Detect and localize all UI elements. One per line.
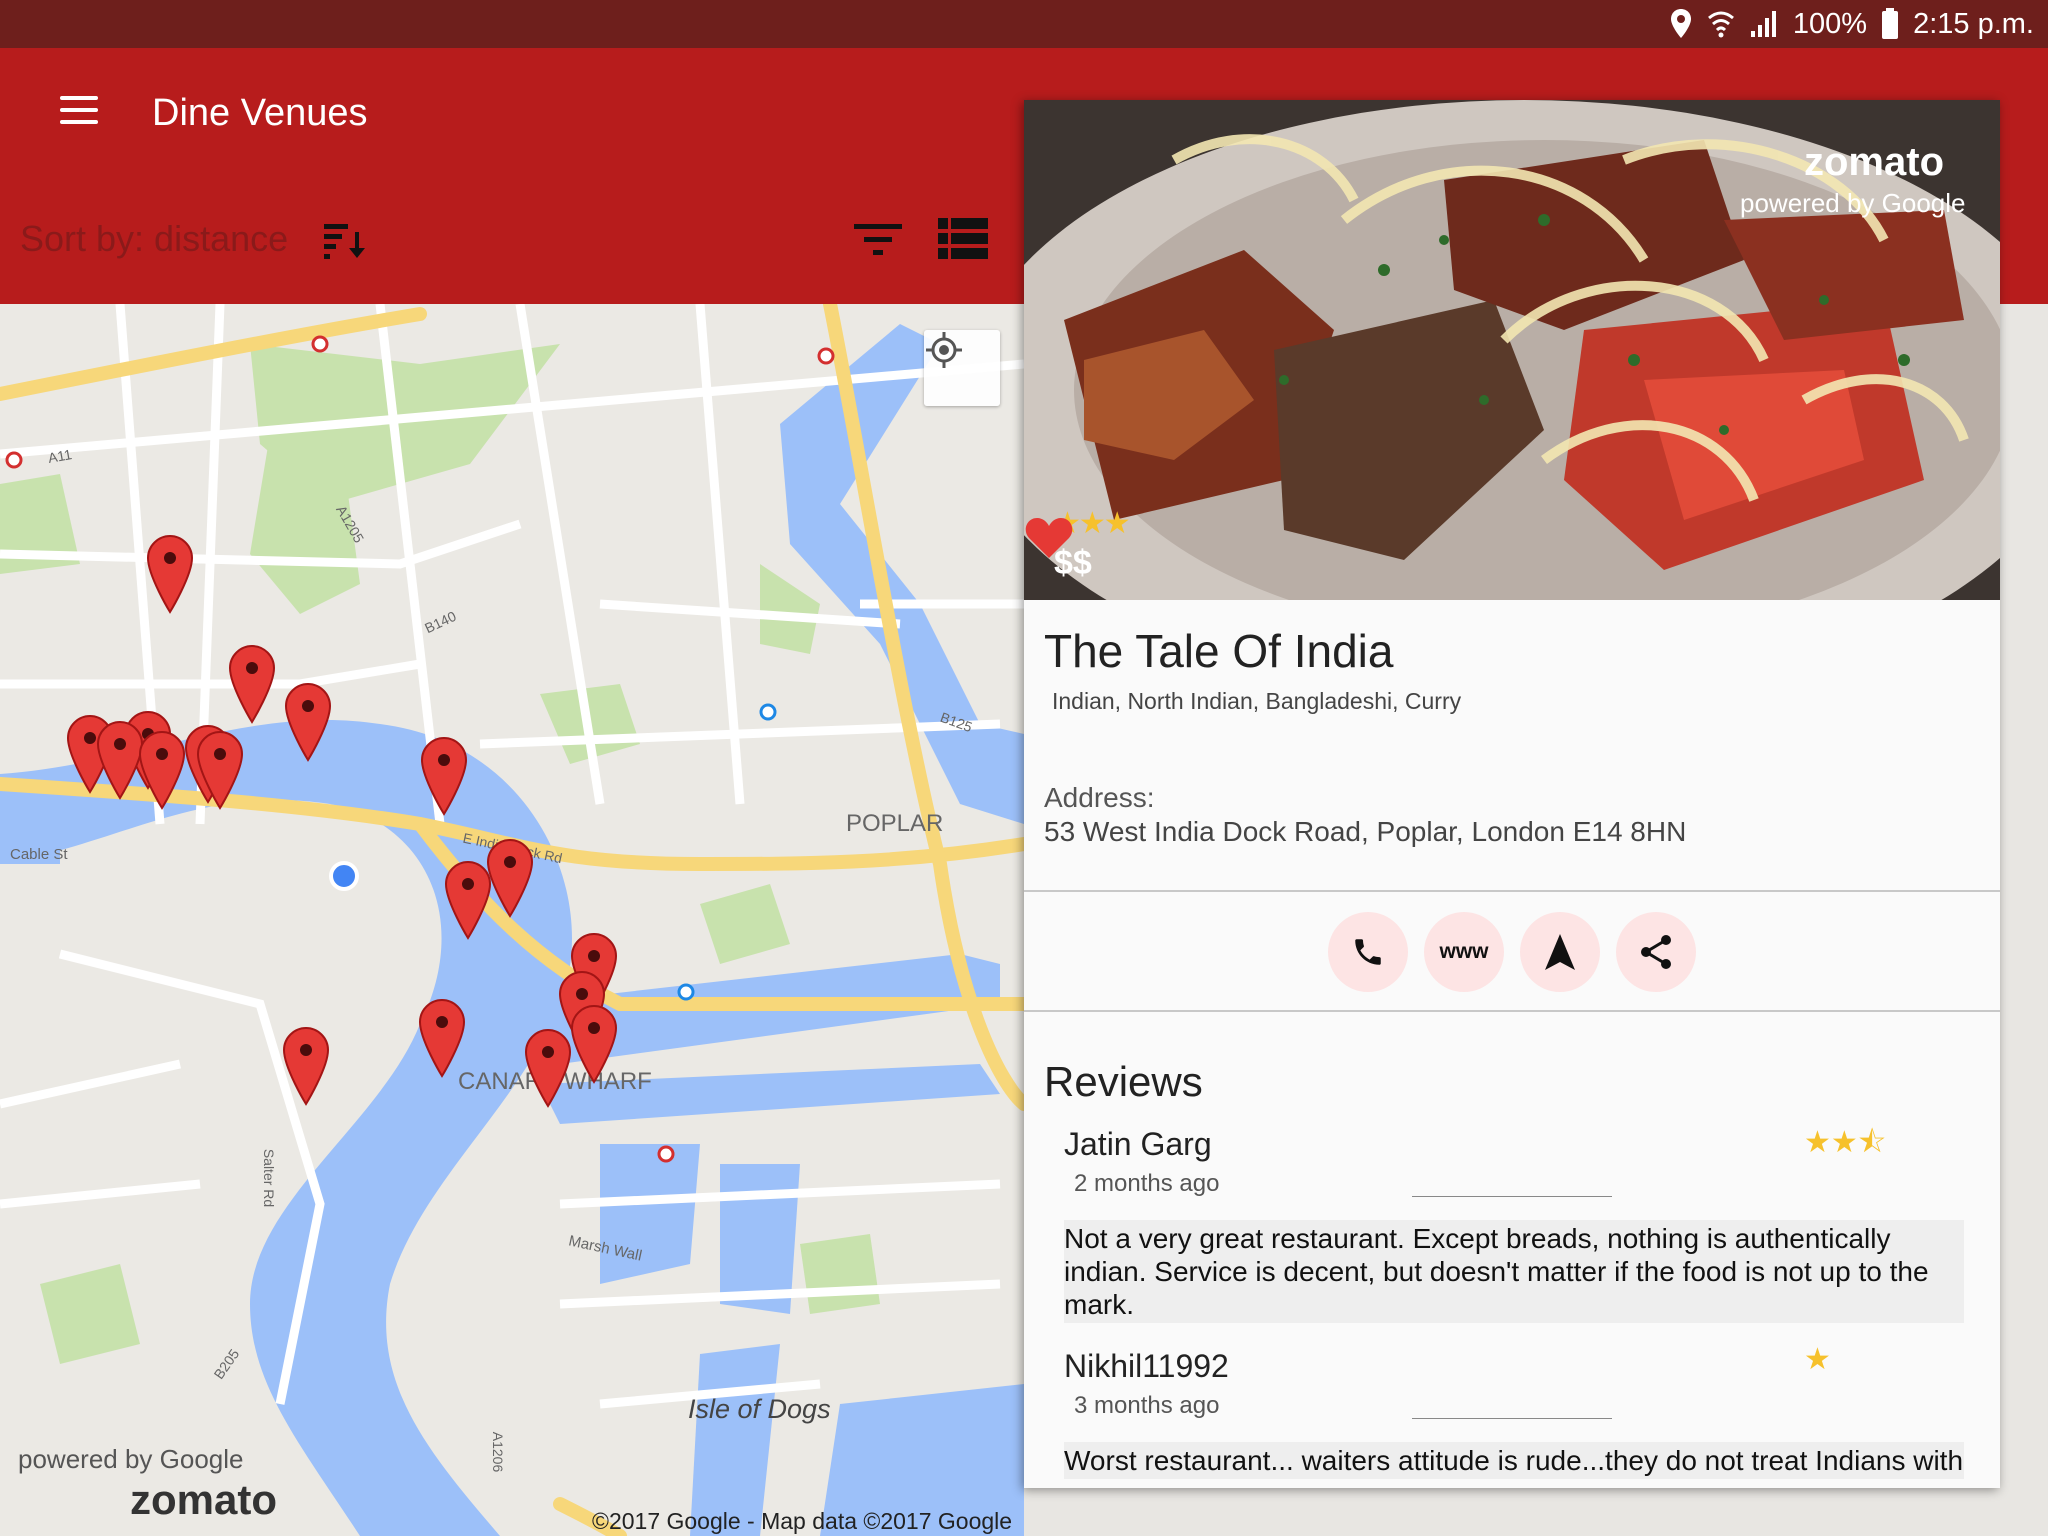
map-pin[interactable] bbox=[420, 736, 468, 816]
map-pin[interactable] bbox=[282, 1026, 330, 1106]
map-label-a1206: A1206 bbox=[490, 1431, 507, 1473]
crosshair-icon bbox=[926, 332, 962, 368]
share-icon bbox=[1641, 935, 1671, 969]
map-pin[interactable] bbox=[524, 1028, 572, 1108]
map-view[interactable]: POPLAR CANARY WHARF Isle of Dogs Cable S… bbox=[0, 304, 1024, 1536]
status-bar: 100% 2:15 p.m. bbox=[0, 0, 2048, 48]
sort-order-icon[interactable] bbox=[322, 222, 368, 262]
filter-icon[interactable] bbox=[852, 220, 904, 260]
clock: 2:15 p.m. bbox=[1913, 7, 2034, 40]
map-pin[interactable] bbox=[418, 998, 466, 1078]
restaurant-name: The Tale Of India bbox=[1044, 625, 1394, 677]
zomato-logo: zomato bbox=[130, 1476, 277, 1523]
address-value: 53 West India Dock Road, Poplar, London … bbox=[1044, 816, 1687, 847]
review-time: 2 months ago bbox=[1074, 1170, 1220, 1197]
directions-button[interactable] bbox=[1520, 912, 1600, 992]
review-rating-stars: ★★⯪ bbox=[1804, 1126, 1887, 1159]
review-separator bbox=[1412, 1196, 1612, 1197]
wifi-icon bbox=[1707, 11, 1734, 38]
location-icon bbox=[1670, 9, 1691, 38]
app-title: Dine Venues bbox=[152, 92, 368, 134]
sort-label[interactable]: Sort by: distance bbox=[20, 218, 288, 260]
zomato-attribution: zomato bbox=[1804, 140, 1944, 184]
cuisine-list: Indian, North Indian, Bangladeshi, Curry bbox=[1052, 688, 1462, 714]
divider bbox=[1024, 1010, 2000, 1012]
google-attribution: powered by Google bbox=[1740, 188, 1966, 218]
map-pin[interactable] bbox=[486, 838, 534, 918]
map-pin[interactable] bbox=[570, 1004, 618, 1084]
map-label-isle-of-dogs: Isle of Dogs bbox=[688, 1394, 831, 1424]
map-label-poplar: POPLAR bbox=[846, 810, 944, 837]
map-pin[interactable] bbox=[96, 720, 144, 800]
website-button[interactable]: www bbox=[1424, 912, 1504, 992]
powered-by-google-label: powered by Google bbox=[18, 1444, 244, 1474]
battery-percent: 100% bbox=[1792, 7, 1868, 40]
battery-icon bbox=[1882, 8, 1899, 39]
review-rating-stars: ★ bbox=[1804, 1343, 1831, 1376]
review-author: Jatin Garg bbox=[1064, 1126, 1212, 1162]
signal-icon bbox=[1750, 11, 1776, 37]
restaurant-detail-card: ★★★ $$ zomato powered by Google The Tale… bbox=[1024, 100, 2000, 1488]
menu-icon[interactable] bbox=[60, 96, 98, 126]
my-location-button[interactable] bbox=[924, 330, 1000, 406]
www-label: www bbox=[1439, 940, 1489, 963]
phone-icon bbox=[1355, 939, 1381, 965]
review-text: Worst restaurant... waiters attitude is … bbox=[1064, 1442, 1964, 1479]
map-pin[interactable] bbox=[146, 534, 194, 614]
list-view-icon[interactable] bbox=[938, 218, 988, 260]
review-text: Not a very great restaurant. Except brea… bbox=[1064, 1220, 1964, 1323]
navigation-arrow-icon bbox=[1545, 934, 1575, 970]
map-pin[interactable] bbox=[138, 730, 186, 810]
divider bbox=[1024, 890, 2000, 892]
restaurant-photo: ★★★ $$ zomato powered by Google bbox=[1024, 100, 2000, 600]
review-author: Nikhil11992 bbox=[1064, 1348, 1229, 1384]
review-time: 3 months ago bbox=[1074, 1392, 1220, 1419]
map-graphic bbox=[0, 304, 1024, 1536]
map-pin[interactable] bbox=[444, 860, 492, 940]
map-label-cable-st: Cable St bbox=[10, 846, 68, 863]
map-pin[interactable] bbox=[228, 644, 276, 724]
address-label: Address: bbox=[1044, 782, 1155, 813]
reviews-heading: Reviews bbox=[1044, 1058, 1203, 1105]
map-pin[interactable] bbox=[196, 730, 244, 810]
map-label-salter-rd: Salter Rd bbox=[261, 1148, 278, 1208]
call-button[interactable] bbox=[1328, 912, 1408, 992]
share-button[interactable] bbox=[1616, 912, 1696, 992]
favorite-heart-icon[interactable] bbox=[1024, 516, 1074, 560]
review-separator bbox=[1412, 1418, 1612, 1419]
map-pin[interactable] bbox=[284, 682, 332, 762]
map-copyright: ©2017 Google - Map data ©2017 Google bbox=[592, 1508, 1013, 1534]
